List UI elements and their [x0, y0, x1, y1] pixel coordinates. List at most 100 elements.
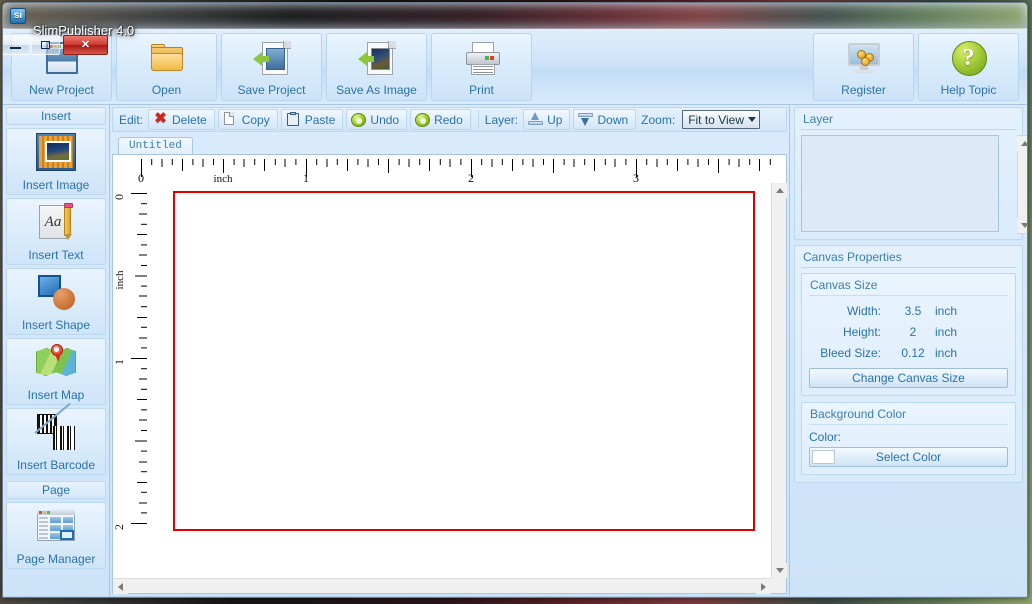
- select-color-label: Select Color: [875, 450, 942, 464]
- insert-barcode-icon: [34, 402, 78, 454]
- document-tab-strip: Untitled: [112, 136, 787, 154]
- svg-text:3: 3: [633, 171, 639, 183]
- minimize-button[interactable]: [3, 35, 30, 55]
- svg-text:0: 0: [113, 194, 126, 200]
- canvas-properties-group: Canvas Properties Canvas Size Width: 3.5…: [794, 245, 1023, 483]
- insert-text-label: Insert Text: [28, 248, 84, 262]
- horizontal-ruler: 0 1 2 3 inch: [113, 155, 771, 183]
- redo-icon: [415, 112, 431, 127]
- zoom-select[interactable]: Fit to View: [682, 110, 761, 129]
- vertical-ruler-svg: 0 1 2 inch: [113, 183, 149, 533]
- canvas-properties-title: Canvas Properties: [801, 249, 1016, 268]
- insert-shape-icon: [34, 272, 78, 314]
- canvas-size-group: Canvas Size Width: 3.5 inch Height: 2 in…: [801, 273, 1016, 396]
- layer-down-button[interactable]: Down: [573, 109, 637, 130]
- edit-toolbar: Edit: ✖ Delete Copy Paste Undo Redo Laye…: [112, 107, 787, 132]
- title-bar: si SlimPublisher 4.0 ✕: [3, 3, 1027, 55]
- sidebar-item-insert-image[interactable]: Insert Image: [6, 128, 106, 195]
- svg-text:2: 2: [468, 171, 474, 183]
- scroll-right-button[interactable]: [756, 579, 771, 594]
- undo-button[interactable]: Undo: [346, 109, 408, 130]
- zoom-value: Fit to View: [688, 112, 744, 127]
- sidebar-insert-header: Insert: [6, 107, 106, 125]
- canvas-area[interactable]: [149, 183, 771, 578]
- color-label: Color:: [809, 430, 842, 444]
- print-label: Print: [469, 82, 494, 97]
- canvas-page[interactable]: [173, 191, 755, 531]
- canvas-vertical-scrollbar[interactable]: [771, 183, 787, 578]
- insert-shape-label: Insert Shape: [21, 318, 91, 332]
- canvas-bleed-unit: inch: [935, 345, 958, 360]
- canvas-width-label: Width:: [846, 303, 881, 318]
- layer-list-scrollbar[interactable]: [1017, 135, 1027, 234]
- insert-map-icon: [34, 342, 78, 384]
- color-swatch: [812, 450, 835, 464]
- scroll-left-button[interactable]: [113, 579, 128, 594]
- copy-label: Copy: [241, 112, 270, 127]
- layer-scroll-up-button[interactable]: [1017, 136, 1027, 151]
- sidebar-item-insert-text[interactable]: Aa Insert Text: [6, 198, 106, 265]
- svg-text:1: 1: [303, 171, 309, 183]
- main-body: Insert Insert Image Aa Insert Text Inser…: [3, 105, 1027, 596]
- page-manager-icon: [34, 506, 78, 548]
- svg-text:inch: inch: [114, 270, 126, 289]
- copy-button[interactable]: Copy: [217, 109, 278, 130]
- canvas-bleed-label: Bleed Size:: [820, 345, 881, 360]
- tab-untitled[interactable]: Untitled: [118, 137, 193, 154]
- center-column: Edit: ✖ Delete Copy Paste Undo Redo Laye…: [110, 105, 789, 596]
- close-button[interactable]: ✕: [63, 35, 108, 55]
- canvas-height-label: Height:: [842, 324, 881, 339]
- copy-icon: [223, 112, 238, 127]
- layer-up-button[interactable]: Up: [523, 109, 571, 130]
- layer-scroll-down-button[interactable]: [1017, 218, 1027, 233]
- save-project-label: Save Project: [237, 82, 306, 97]
- layer-group: Layer: [794, 107, 1027, 240]
- undo-label: Undo: [370, 112, 400, 127]
- sidebar-item-insert-barcode[interactable]: Insert Barcode: [6, 402, 106, 475]
- delete-label: Delete: [172, 112, 207, 127]
- canvas-height-value: 2: [909, 324, 917, 339]
- insert-image-icon: [34, 132, 78, 174]
- maximize-button[interactable]: [31, 35, 60, 55]
- svg-text:1: 1: [113, 359, 126, 365]
- insert-map-label: Insert Map: [27, 388, 85, 402]
- edit-label: Edit:: [119, 112, 144, 127]
- delete-button[interactable]: ✖ Delete: [148, 109, 215, 130]
- sidebar-item-insert-map[interactable]: Insert Map: [6, 338, 106, 405]
- arrow-up-icon: [528, 112, 544, 127]
- svg-text:inch: inch: [214, 173, 233, 183]
- scrollbar-corner: [771, 578, 786, 593]
- svg-text:0: 0: [138, 171, 144, 183]
- layer-up-label: Up: [547, 112, 563, 127]
- scroll-up-icon: [775, 188, 784, 193]
- scroll-down-button[interactable]: [772, 563, 787, 578]
- change-canvas-size-button[interactable]: Change Canvas Size: [809, 368, 1008, 388]
- canvas-size-title: Canvas Size: [809, 277, 1008, 296]
- svg-text:2: 2: [113, 524, 126, 530]
- insert-image-label: Insert Image: [22, 178, 90, 192]
- minimize-icon: [10, 46, 21, 49]
- layer-list[interactable]: [801, 135, 999, 232]
- canvas-height-row: Height: 2 inch: [809, 321, 1008, 342]
- scroll-left-icon: [118, 582, 123, 591]
- left-sidebar: Insert Insert Image Aa Insert Text Inser…: [3, 105, 110, 596]
- sidebar-item-page-manager[interactable]: Page Manager: [6, 502, 106, 569]
- canvas-width-value: 3.5: [904, 303, 922, 318]
- undo-icon: [351, 112, 367, 127]
- scroll-up-button[interactable]: [772, 183, 787, 198]
- canvas-horizontal-scrollbar[interactable]: [113, 578, 771, 594]
- paste-label: Paste: [304, 112, 336, 127]
- page-manager-label: Page Manager: [16, 552, 96, 566]
- maximize-icon: [41, 41, 50, 49]
- chevron-down-icon: [748, 117, 757, 122]
- window-controls: ✕: [3, 35, 1025, 55]
- delete-x-icon: ✖: [154, 110, 167, 127]
- select-color-button[interactable]: Select Color: [809, 447, 1008, 467]
- layer-scroll-down-icon: [1020, 223, 1027, 228]
- app-icon: si: [10, 8, 26, 24]
- save-as-image-label: Save As Image: [336, 82, 417, 97]
- redo-button[interactable]: Redo: [410, 109, 471, 130]
- layer-group-title: Layer: [801, 111, 1016, 130]
- sidebar-item-insert-shape[interactable]: Insert Shape: [6, 268, 106, 335]
- paste-button[interactable]: Paste: [280, 109, 344, 130]
